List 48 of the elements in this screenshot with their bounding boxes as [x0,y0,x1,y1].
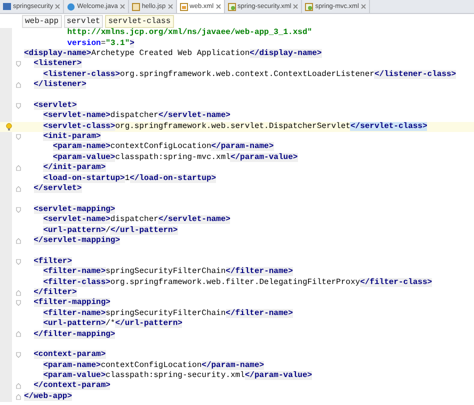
file-icon [228,2,236,10]
class-icon [67,2,76,10]
close-icon[interactable] [293,4,298,9]
code-line: <servlet-name>dispatcher</servlet-name> [42,215,230,226]
file-icon [132,2,140,10]
fold-end-icon[interactable] [16,238,21,244]
code-line: <servlet-name>dispatcher</servlet-name> [42,111,230,122]
fold-end-icon[interactable] [16,331,21,338]
fold-start-icon[interactable] [16,206,21,213]
file-icon [180,2,188,10]
code-line: <url-pattern>/*</url-pattern> [42,319,182,330]
code-line: <param-name>contextConfigLocation</param-name> [52,142,274,152]
fold-start-icon[interactable] [16,61,21,68]
breadcrumb[interactable]: servlet-class [105,14,174,28]
lightbulb-icon[interactable] [6,122,12,131]
fold-start-icon[interactable] [16,102,21,109]
code-line: <filter-class>org.springframework.web.filter.DelegatingFilterProxy</filter-class> [42,278,432,288]
code-line: <param-value>classpath:spring-mvc.xml</param-value> [52,152,298,163]
fold-start-icon[interactable] [16,134,21,140]
code-line: <filter-name>springSecurityFilterChain</filter-name> [42,267,293,278]
code-line: http://xmlns.jcp.org/xml/ns/javaee/web-app_3_1.xsd" [66,28,312,38]
close-icon[interactable] [168,4,173,9]
fold-start-icon[interactable] [16,352,21,358]
code-line: <param-name>contextConfigLocation</param-name> [42,360,264,371]
fold-end-icon[interactable] [16,82,21,88]
fold-end-icon[interactable] [16,290,21,296]
fold-end-icon[interactable] [16,165,21,172]
code-line: <url-pattern>/</url-pattern> [42,226,178,236]
fold-start-icon[interactable] [16,258,21,265]
close-icon[interactable] [120,4,125,9]
fold-end-icon[interactable] [16,186,21,192]
fold-end-icon[interactable] [16,383,21,390]
fold-start-icon[interactable] [16,300,21,306]
breadcrumb[interactable]: servlet [64,14,104,28]
code-line: <filter-name>springSecurityFilterChain</filter-name> [42,308,293,319]
code-line: version="3.1"> [66,38,134,49]
fold-end-icon[interactable] [16,394,21,400]
close-icon[interactable] [216,4,221,9]
file-icon [305,2,314,10]
breadcrumb[interactable]: web-app [22,14,62,28]
close-icon[interactable] [55,4,60,9]
code-line: <param-value>classpath:spring-security.xml</param-value> [42,371,312,381]
code-line: <display-name>Archetype Created Web Application</display-name> [24,48,322,59]
code-line: <servlet-class>org.springframework.web.servlet.DispatcherServlet</servlet-class> [42,122,428,132]
close-icon[interactable] [360,4,366,9]
code-line: <load-on-startup>1</load-on-startup> [42,174,216,184]
module-icon [3,3,11,10]
code-line: <listener-class>org.springframework.web.context.ContextLoaderListener</listener-class> [42,70,456,80]
